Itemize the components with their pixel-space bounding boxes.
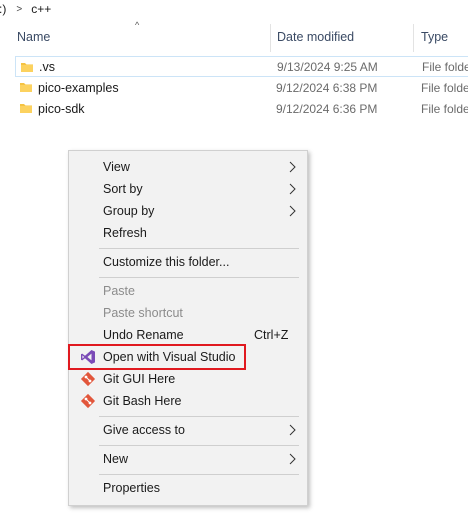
menu-divider (99, 474, 299, 475)
breadcrumb-parent[interactable]: :) (0, 2, 6, 16)
file-date: 9/13/2024 9:25 AM (277, 59, 378, 74)
context-menu: View Sort by Group by Refresh Customize … (68, 150, 308, 506)
sort-ascending-icon: ^ (135, 20, 140, 30)
git-icon (80, 393, 96, 409)
menu-item-paste[interactable]: Paste (69, 280, 307, 302)
menu-item-label: Paste shortcut (103, 306, 183, 320)
breadcrumb-current[interactable]: c++ (31, 2, 51, 16)
folder-icon (21, 63, 33, 72)
highlight-annotation (68, 344, 246, 370)
menu-item-new[interactable]: New (69, 448, 307, 470)
menu-item-label: Group by (103, 204, 155, 218)
chevron-right-icon (289, 205, 296, 217)
chevron-right-icon (289, 161, 296, 173)
file-row[interactable]: .vs 9/13/2024 9:25 AM File folde (15, 56, 468, 77)
column-name[interactable]: Name (17, 30, 50, 44)
menu-item-label: Undo Rename (103, 328, 184, 342)
menu-item-label: Sort by (103, 182, 143, 196)
menu-item-label: Give access to (103, 423, 185, 437)
file-name: pico-examples (38, 80, 119, 95)
file-date: 9/12/2024 6:38 PM (276, 80, 378, 95)
menu-item-label: New (103, 452, 129, 466)
menu-item-paste-shortcut[interactable]: Paste shortcut (69, 302, 307, 324)
file-type: File folde (421, 101, 468, 116)
column-type[interactable]: Type (421, 30, 448, 44)
menu-item-label: Refresh (103, 226, 147, 240)
file-row[interactable]: pico-sdk 9/12/2024 6:36 PM File folde (15, 98, 468, 119)
menu-item-label: Properties (103, 481, 160, 495)
column-divider[interactable] (413, 24, 414, 52)
folder-icon (20, 104, 32, 113)
column-date-modified[interactable]: Date modified (277, 30, 354, 44)
file-row[interactable]: pico-examples 9/12/2024 6:38 PM File fol… (15, 77, 468, 98)
folder-icon (20, 83, 32, 92)
file-type: File folde (422, 59, 468, 74)
menu-divider (99, 445, 299, 446)
menu-divider (99, 416, 299, 417)
menu-item-view[interactable]: View (69, 156, 307, 178)
file-name: .vs (39, 59, 55, 74)
file-date: 9/12/2024 6:36 PM (276, 101, 378, 116)
menu-item-undo-rename[interactable]: Undo Rename Ctrl+Z (69, 324, 307, 346)
menu-item-sort-by[interactable]: Sort by (69, 178, 307, 200)
menu-item-customize-folder[interactable]: Customize this folder... (69, 251, 307, 273)
chevron-right-icon (289, 183, 296, 195)
menu-item-group-by[interactable]: Group by (69, 200, 307, 222)
menu-item-properties[interactable]: Properties (69, 477, 307, 499)
column-header: ^ Name Date modified Type (0, 18, 468, 56)
menu-item-git-bash-here[interactable]: Git Bash Here (69, 390, 307, 412)
column-divider[interactable] (270, 24, 271, 52)
breadcrumb-separator[interactable]: > (16, 4, 22, 15)
menu-item-label: View (103, 160, 130, 174)
menu-item-label: Git Bash Here (103, 394, 182, 408)
git-icon (80, 371, 96, 387)
breadcrumb: :) > c++ (0, 0, 468, 18)
menu-item-label: Git GUI Here (103, 372, 176, 386)
file-name: pico-sdk (38, 101, 85, 116)
menu-item-label: Customize this folder... (103, 255, 230, 269)
menu-divider (99, 277, 299, 278)
chevron-right-icon (289, 453, 296, 465)
chevron-right-icon (289, 424, 296, 436)
menu-item-give-access-to[interactable]: Give access to (69, 419, 307, 441)
menu-divider (99, 248, 299, 249)
menu-item-shortcut: Ctrl+Z (254, 328, 289, 342)
menu-item-git-gui-here[interactable]: Git GUI Here (69, 368, 307, 390)
menu-item-refresh[interactable]: Refresh (69, 222, 307, 244)
menu-item-label: Paste (103, 284, 135, 298)
file-type: File folde (421, 80, 468, 95)
